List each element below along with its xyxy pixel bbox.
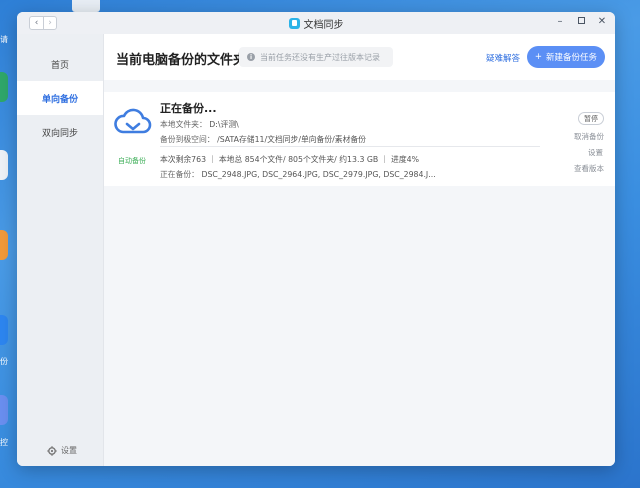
desktop-app-icon[interactable] <box>0 72 8 102</box>
target-label: 备份到极空间： <box>160 135 215 144</box>
task-settings-link[interactable]: 设置 <box>588 147 603 158</box>
divider <box>160 146 540 147</box>
app-window: ‹ › 文档同步 – ✕ 首页 单向备份 双向同步 设置 当前电脑备份的文件夹 … <box>17 12 615 466</box>
pause-button[interactable]: 暂停 <box>578 112 604 125</box>
info-icon: i <box>247 53 255 61</box>
help-link[interactable]: 疑难解答 <box>486 52 520 64</box>
sidebar: 首页 单向备份 双向同步 设置 <box>17 34 104 466</box>
settings-label: 设置 <box>61 446 77 455</box>
desktop-label: 份 <box>0 357 8 366</box>
task-status-title: 正在备份... <box>160 102 217 115</box>
desktop-app-icon[interactable] <box>0 230 8 260</box>
target-row: 备份到极空间： /SATA存储11/文档同步/单向备份/素材备份 <box>160 134 366 145</box>
local-folder-label: 本地文件夹： <box>160 120 207 129</box>
version-notice: i 当前任务还没有生产过往版本记录 <box>239 47 393 67</box>
new-backup-task-button[interactable]: + 新建备份任务 <box>527 46 605 68</box>
app-logo-icon <box>288 17 300 29</box>
cancel-backup-link[interactable]: 取消备份 <box>574 131 604 142</box>
local-folder-row: 本地文件夹： D:\评测\ <box>160 119 239 130</box>
notice-text: 当前任务还没有生产过往版本记录 <box>260 52 380 62</box>
cloud-sync-icon <box>114 106 152 138</box>
desktop-label: 控 <box>0 438 8 447</box>
title-bar: ‹ › 文档同步 – ✕ <box>17 12 615 34</box>
local-folder-value: D:\评测\ <box>209 120 239 129</box>
sidebar-settings[interactable]: 设置 <box>47 445 77 456</box>
forward-button[interactable]: › <box>43 17 56 29</box>
nav-buttons: ‹ › <box>29 16 57 30</box>
sidebar-item-two-way-sync[interactable]: 双向同步 <box>17 115 103 149</box>
close-icon[interactable]: ✕ <box>597 15 607 29</box>
window-controls: – ✕ <box>555 15 607 29</box>
auto-backup-tag: 自动备份 <box>118 157 146 165</box>
back-button[interactable]: ‹ <box>30 17 43 29</box>
desktop-app-icon[interactable] <box>0 315 8 345</box>
plus-icon: + <box>534 52 543 62</box>
app-title: 文档同步 <box>288 16 344 31</box>
page-title: 当前电脑备份的文件夹 <box>116 53 247 68</box>
current-files-row: 正在备份： DSC_2948.JPG, DSC_2964.JPG, DSC_29… <box>160 169 436 180</box>
new-task-label: 新建备份任务 <box>546 53 598 63</box>
maximize-icon[interactable] <box>576 15 586 29</box>
minimize-icon[interactable]: – <box>555 15 565 29</box>
gear-icon <box>47 445 57 456</box>
desktop-app-icon[interactable] <box>0 150 8 180</box>
backup-task-card: 自动备份 正在备份... 本地文件夹： D:\评测\ 备份到极空间： /SATA… <box>104 92 615 186</box>
app-title-text: 文档同步 <box>303 19 344 31</box>
desktop-left-strip: 请 份 控 <box>0 0 16 488</box>
progress-line: 本次剩余763 ｜ 本地总 854个文件/ 805个文件夹/ 约13.3 GB … <box>160 155 419 164</box>
view-versions-link[interactable]: 查看版本 <box>574 163 604 174</box>
target-value: /SATA存储11/文档同步/单向备份/素材备份 <box>217 135 366 144</box>
desktop-app-icon[interactable] <box>0 395 8 425</box>
sidebar-item-one-way-backup[interactable]: 单向备份 <box>17 81 103 115</box>
main-header: 当前电脑备份的文件夹 i 当前任务还没有生产过往版本记录 疑难解答 + 新建备份… <box>104 34 615 80</box>
main-panel: 当前电脑备份的文件夹 i 当前任务还没有生产过往版本记录 疑难解答 + 新建备份… <box>104 34 615 466</box>
desktop-widget <box>72 0 100 12</box>
desktop-label: 请 <box>0 35 8 44</box>
sidebar-item-home[interactable]: 首页 <box>17 47 103 81</box>
current-files-value: DSC_2948.JPG, DSC_2964.JPG, DSC_2979.JPG… <box>201 170 436 179</box>
current-files-label: 正在备份： <box>160 170 199 179</box>
